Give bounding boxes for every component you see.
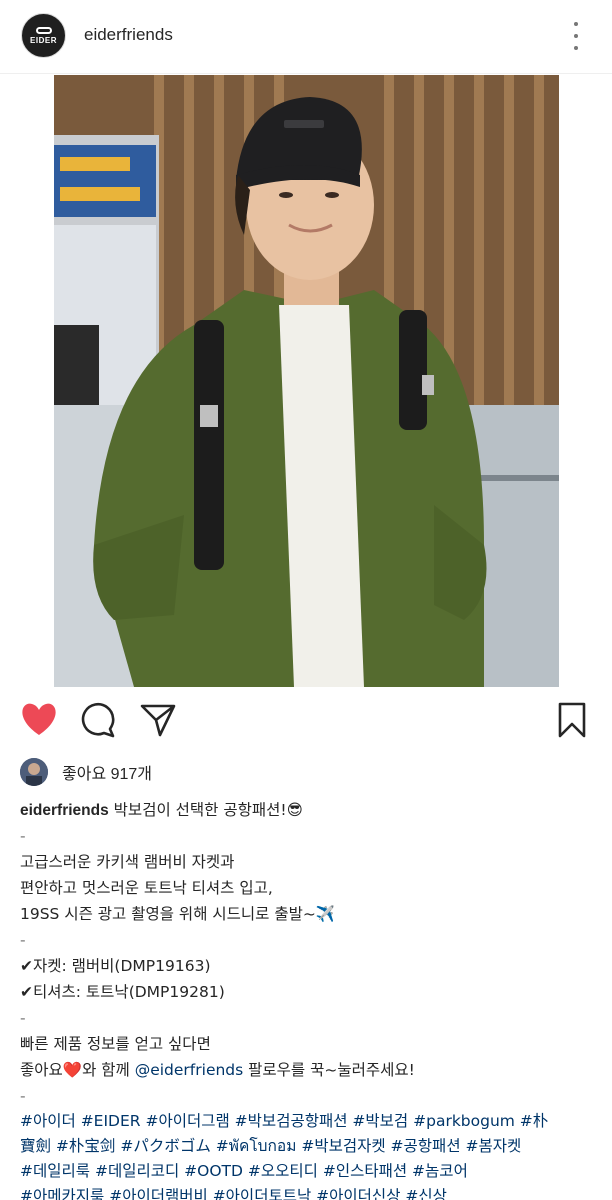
- cta-text-post: 팔로우를 꾹~눌러주세요!: [243, 1061, 415, 1079]
- post-caption: eiderfriends 박보검이 선택한 공항패션!😎 - 고급스러운 카키색…: [20, 797, 600, 1200]
- hashtag-line[interactable]: 寶劍 #朴宝剑 #パクボゴム #พัคโบกอม #박보검자켓 #공항패션 #봄…: [20, 1134, 600, 1159]
- comment-icon[interactable]: [78, 700, 118, 740]
- hashtag-line[interactable]: #데일리룩 #데일리코디 #OOTD #오오티디 #인스타패션 #놈코어: [20, 1159, 600, 1184]
- caption-divider: -: [20, 931, 26, 949]
- post-photo[interactable]: [54, 75, 559, 687]
- caption-item-jacket: ✔자켓: 램버비(DMP19163): [20, 957, 211, 975]
- post-actions-bar: [0, 690, 612, 750]
- cta-text-pre: 좋아요❤️와 함께: [20, 1061, 135, 1079]
- hashtags-block: #아이더 #EIDER #아이더그램 #박보검공항패션 #박보검 #parkbo…: [20, 1109, 600, 1200]
- caption-divider: -: [20, 1087, 26, 1105]
- mention-link[interactable]: @eiderfriends: [135, 1061, 244, 1079]
- caption-desc-line: 19SS 시즌 광고 촬영을 위해 시드니로 출발~✈️: [20, 905, 336, 923]
- caption-username[interactable]: eiderfriends: [20, 802, 109, 819]
- caption-item-tshirt: ✔티셔츠: 토트낙(DMP19281): [20, 983, 225, 1001]
- caption-title: 박보검이 선택한 공항패션!😎: [113, 801, 303, 819]
- caption-cta-line: 좋아요❤️와 함께 @eiderfriends 팔로우를 꾹~눌러주세요!: [20, 1057, 600, 1083]
- eider-logo-mark: [35, 26, 52, 34]
- send-icon[interactable]: [138, 700, 178, 740]
- caption-divider: -: [20, 1009, 26, 1027]
- profile-avatar[interactable]: EIDER: [21, 13, 66, 58]
- hashtag-line[interactable]: #아메카지룩 #아이더램버비 #아이더토트낙 #아이더신상 #신상: [20, 1184, 600, 1200]
- likes-row[interactable]: 좋아요 917개: [20, 758, 152, 786]
- post-username[interactable]: eiderfriends: [84, 25, 173, 45]
- hashtag-line[interactable]: #아이더 #EIDER #아이더그램 #박보검공항패션 #박보검 #parkbo…: [20, 1109, 600, 1134]
- more-vertical-icon[interactable]: [570, 22, 582, 50]
- caption-divider: -: [20, 827, 26, 845]
- bookmark-icon[interactable]: [552, 700, 592, 740]
- liker-avatar: [20, 758, 48, 786]
- caption-cta-line: 빠른 제품 정보를 얻고 싶다면: [20, 1035, 211, 1053]
- caption-header: eiderfriends 박보검이 선택한 공항패션!😎: [20, 797, 600, 823]
- heart-filled-icon[interactable]: [19, 700, 59, 740]
- avatar-brand-text: EIDER: [30, 35, 57, 45]
- post-header: EIDER eiderfriends: [0, 0, 612, 74]
- likes-count: 좋아요 917개: [62, 766, 153, 783]
- caption-desc-line: 편안하고 멋스러운 토트낙 티셔츠 입고,: [20, 879, 273, 897]
- caption-desc-line: 고급스러운 카키색 램버비 자켓과: [20, 853, 235, 871]
